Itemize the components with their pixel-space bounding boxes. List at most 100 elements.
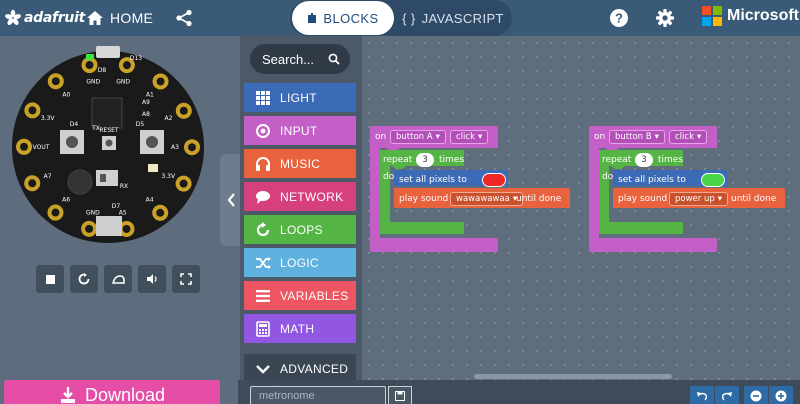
editor-mode-toggle: BLOCKS { } JAVASCRIPT (290, 0, 512, 36)
event-block-shape[interactable] (589, 126, 789, 252)
action-dropdown[interactable]: click ▾ (669, 130, 708, 144)
dropdown-arrow-icon: ▾ (697, 132, 702, 142)
toolbox: Search... LIGHT INPUT MUSIC NETWORK LOOP… (240, 36, 362, 383)
pad-hole (85, 224, 94, 233)
stop-icon (45, 274, 55, 284)
search-icon (328, 53, 340, 65)
light-sensor (148, 164, 158, 172)
action-dropdown[interactable]: click ▾ (450, 130, 489, 144)
blocks-tab[interactable]: BLOCKS (292, 1, 394, 35)
fullscreen-icon (180, 273, 192, 285)
repeat-label: repeat (383, 155, 413, 165)
category-variables[interactable]: VARIABLES (244, 281, 356, 310)
button-a[interactable] (60, 130, 84, 154)
sound-dropdown[interactable]: wawawawaa ▾ (450, 192, 524, 206)
home-icon (87, 11, 103, 25)
button-b[interactable] (140, 130, 164, 154)
collapse-simulator-button[interactable] (220, 154, 242, 246)
home-button[interactable]: HOME (86, 7, 153, 29)
dropdown-arrow-icon: ▾ (478, 132, 483, 142)
pad-hole (156, 77, 165, 86)
dropdown-arrow-icon: ▾ (654, 132, 659, 142)
headphones-icon (256, 156, 270, 171)
download-icon (60, 387, 75, 403)
mute-button[interactable] (138, 265, 166, 293)
category-input[interactable]: INPUT (244, 116, 356, 145)
undo-button[interactable] (690, 386, 714, 404)
speaker (67, 169, 93, 195)
workspace-scrollbar[interactable] (474, 374, 672, 379)
restart-button[interactable] (70, 265, 98, 293)
pad-hole (179, 106, 188, 115)
download-button[interactable]: Download (4, 380, 220, 404)
help-icon[interactable]: ? (609, 8, 629, 28)
do-label: do (602, 172, 614, 182)
board-label: RESET (99, 127, 119, 134)
board-label: TX (91, 125, 100, 132)
action-dropdown-value: click (675, 132, 694, 142)
slowmo-button[interactable] (104, 265, 132, 293)
script-button-b: on button B ▾ click ▾ repeat 3 times do se… (589, 126, 789, 252)
category-loops[interactable]: LOOPS (244, 215, 356, 244)
pad-hole (156, 208, 165, 217)
slide-switch[interactable] (96, 170, 118, 186)
calculator-icon (256, 320, 270, 337)
category-logic[interactable]: LOGIC (244, 248, 356, 277)
pad-hole (20, 142, 29, 151)
times-label: times (658, 155, 684, 165)
repeat-count-input[interactable]: 3 (416, 153, 434, 167)
gear-icon[interactable] (655, 8, 675, 28)
status-led-green (86, 54, 94, 60)
sound-dropdown[interactable]: power up ▾ (669, 192, 729, 206)
circuit-playground-board[interactable]: GNDA1A2A33.3VA4A5GNDA6A7VOUT3.3VA0GND D1… (8, 40, 208, 254)
category-label: LIGHT (280, 90, 317, 105)
pixel-color-picker[interactable] (482, 173, 506, 187)
blocks-workspace[interactable]: on button A ▾ click ▾ repeat 3 times do se… (362, 36, 800, 380)
repeat-count-input[interactable]: 3 (635, 153, 653, 167)
zoom-in-button[interactable] (769, 386, 793, 404)
category-label: NETWORK (280, 189, 344, 204)
microsoft-logo[interactable]: Microsoft (702, 6, 799, 26)
chevron-left-icon (227, 193, 235, 207)
pixel-color-picker[interactable] (701, 173, 725, 187)
pad-label: A7 (44, 173, 52, 180)
fullscreen-button[interactable] (172, 265, 200, 293)
redo-icon (721, 392, 732, 401)
save-button[interactable] (388, 386, 412, 404)
share-icon[interactable] (175, 9, 193, 27)
event-block-shape[interactable] (370, 126, 570, 252)
category-advanced[interactable]: ADVANCED (244, 354, 356, 383)
category-music[interactable]: MUSIC (244, 149, 356, 178)
zoom-out-button[interactable] (744, 386, 768, 404)
category-math[interactable]: MATH (244, 314, 356, 343)
board-label: A8 (142, 111, 150, 118)
pad-hole (85, 61, 94, 70)
button-dropdown[interactable]: button B ▾ (609, 130, 665, 144)
pad-label: GND (116, 79, 130, 86)
simulator-controls (36, 265, 200, 293)
redo-button[interactable] (715, 386, 739, 404)
slowmo-icon (111, 274, 125, 284)
board-label: RX (120, 183, 128, 190)
pad-hole (51, 77, 60, 86)
button-dropdown[interactable]: button A ▾ (390, 130, 446, 144)
category-light[interactable]: LIGHT (244, 83, 356, 112)
javascript-tab[interactable]: { } JAVASCRIPT (398, 1, 508, 35)
project-name-input[interactable]: metronome (250, 386, 386, 404)
play-sound-label: play sound (399, 194, 449, 204)
pad-hole (187, 143, 196, 152)
pad-label: VOUT (33, 144, 50, 151)
pad-label: A5 (119, 209, 127, 216)
board-label: D4 (70, 121, 79, 128)
refresh-icon (256, 221, 270, 236)
brand-logo[interactable]: adafruit (4, 6, 85, 30)
pad-label: 3.3V (41, 115, 56, 122)
times-label: times (439, 155, 465, 165)
simulator-panel: GND A1 A2 A3 3.3V A4 A5 GND A6 A7 VOUT 3.3V A0 GND (0, 36, 242, 380)
mcu-chip (91, 97, 123, 129)
pad-label: A6 (62, 196, 70, 203)
toolbox-search[interactable]: Search... (250, 44, 350, 74)
stop-button[interactable] (36, 265, 64, 293)
chat-icon (256, 190, 270, 204)
category-network[interactable]: NETWORK (244, 182, 356, 211)
